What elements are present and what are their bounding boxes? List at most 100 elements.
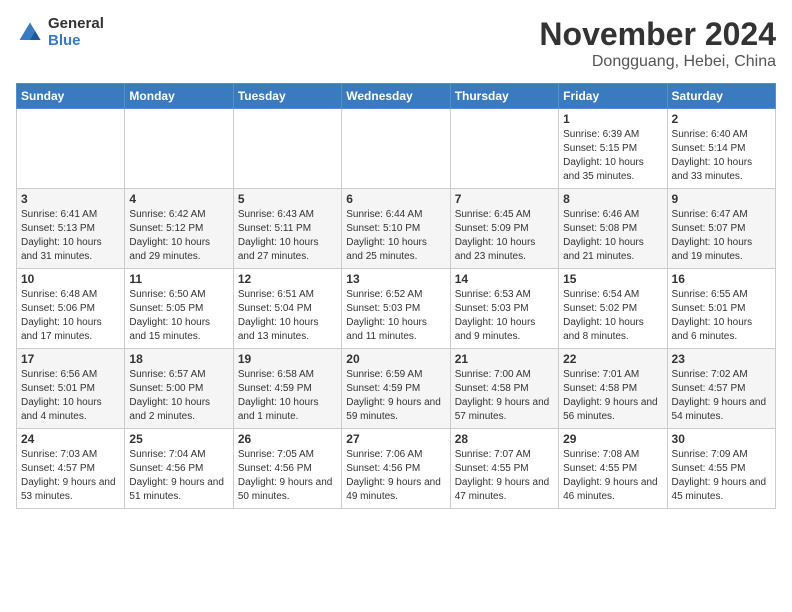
calendar-cell: 27 Sunrise: 7:06 AM Sunset: 4:56 PM Dayli… xyxy=(342,429,450,509)
calendar-week-row: 1 Sunrise: 6:39 AM Sunset: 5:15 PM Daylig… xyxy=(17,109,776,189)
calendar-cell: 8 Sunrise: 6:46 AM Sunset: 5:08 PM Daylig… xyxy=(559,189,667,269)
calendar-cell: 4 Sunrise: 6:42 AM Sunset: 5:12 PM Daylig… xyxy=(125,189,233,269)
calendar-cell: 9 Sunrise: 6:47 AM Sunset: 5:07 PM Daylig… xyxy=(667,189,775,269)
day-info: Sunrise: 7:04 AM Sunset: 4:56 PM Dayligh… xyxy=(129,448,228,504)
day-info: Sunrise: 6:40 AM Sunset: 5:14 PM Dayligh… xyxy=(672,128,771,184)
calendar-week-row: 24 Sunrise: 7:03 AM Sunset: 4:57 PM Dayli… xyxy=(17,429,776,509)
weekday-header-cell: Thursday xyxy=(450,84,558,109)
day-number: 15 xyxy=(563,272,662,286)
calendar-cell: 6Sunrise: 6:44 AM Sunset: 5:10 PM Daylig… xyxy=(342,189,450,269)
day-number: 4 xyxy=(129,192,228,206)
day-info: Sunrise: 7:09 AM Sunset: 4:55 PM Dayligh… xyxy=(672,448,771,504)
day-info: Sunrise: 6:56 AM Sunset: 5:01 PM Dayligh… xyxy=(21,368,120,424)
day-number: 20 xyxy=(346,352,445,366)
day-number: 19 xyxy=(238,352,337,366)
calendar-cell: 13 Sunrise: 6:52 AM Sunset: 5:03 PM Dayli… xyxy=(342,269,450,349)
day-number: 14 xyxy=(455,272,554,286)
day-info: Sunrise: 6:44 AM Sunset: 5:10 PM Dayligh… xyxy=(346,208,445,264)
title-area: November 2024 Dongguang, Hebei, China xyxy=(539,16,776,71)
page-header: General Blue November 2024 Dongguang, He… xyxy=(16,16,776,71)
day-info: Sunrise: 6:42 AM Sunset: 5:12 PM Dayligh… xyxy=(129,208,228,264)
calendar-week-row: 10 Sunrise: 6:48 AM Sunset: 5:06 PM Dayli… xyxy=(17,269,776,349)
day-info: Sunrise: 6:47 AM Sunset: 5:07 PM Dayligh… xyxy=(672,208,771,264)
day-info: Sunrise: 7:06 AM Sunset: 4:56 PM Dayligh… xyxy=(346,448,445,504)
calendar-cell: 26 Sunrise: 7:05 AM Sunset: 4:56 PM Dayli… xyxy=(233,429,341,509)
day-info: Sunrise: 6:57 AM Sunset: 5:00 PM Dayligh… xyxy=(129,368,228,424)
calendar-cell: 30 Sunrise: 7:09 AM Sunset: 4:55 PM Dayli… xyxy=(667,429,775,509)
logo-icon xyxy=(16,19,44,47)
day-number: 8 xyxy=(563,192,662,206)
calendar-cell: 2 Sunrise: 6:40 AM Sunset: 5:14 PM Daylig… xyxy=(667,109,775,189)
logo-general-text: General xyxy=(48,16,104,33)
day-info: Sunrise: 6:48 AM Sunset: 5:06 PM Dayligh… xyxy=(21,288,120,344)
day-info: Sunrise: 7:07 AM Sunset: 4:55 PM Dayligh… xyxy=(455,448,554,504)
calendar-cell: 18 Sunrise: 6:57 AM Sunset: 5:00 PM Dayli… xyxy=(125,349,233,429)
day-number: 26 xyxy=(238,432,337,446)
day-number: 9 xyxy=(672,192,771,206)
month-title: November 2024 xyxy=(539,16,776,53)
weekday-header-cell: Saturday xyxy=(667,84,775,109)
day-number: 3 xyxy=(21,192,120,206)
day-number: 25 xyxy=(129,432,228,446)
day-number: 17 xyxy=(21,352,120,366)
calendar-cell: 29Sunrise: 7:08 AM Sunset: 4:55 PM Dayli… xyxy=(559,429,667,509)
weekday-header-cell: Tuesday xyxy=(233,84,341,109)
day-number: 1 xyxy=(563,112,662,126)
calendar-body: 1 Sunrise: 6:39 AM Sunset: 5:15 PM Daylig… xyxy=(17,109,776,509)
calendar-cell: 11 Sunrise: 6:50 AM Sunset: 5:05 PM Dayli… xyxy=(125,269,233,349)
calendar-cell: 24 Sunrise: 7:03 AM Sunset: 4:57 PM Dayli… xyxy=(17,429,125,509)
calendar-cell: 17 Sunrise: 6:56 AM Sunset: 5:01 PM Dayli… xyxy=(17,349,125,429)
day-number: 24 xyxy=(21,432,120,446)
day-info: Sunrise: 6:52 AM Sunset: 5:03 PM Dayligh… xyxy=(346,288,445,344)
calendar-cell: 5Sunrise: 6:43 AM Sunset: 5:11 PM Daylig… xyxy=(233,189,341,269)
day-number: 28 xyxy=(455,432,554,446)
calendar-cell: 10 Sunrise: 6:48 AM Sunset: 5:06 PM Dayli… xyxy=(17,269,125,349)
calendar-cell: 19 Sunrise: 6:58 AM Sunset: 4:59 PM Dayli… xyxy=(233,349,341,429)
weekday-header-cell: Wednesday xyxy=(342,84,450,109)
day-info: Sunrise: 7:02 AM Sunset: 4:57 PM Dayligh… xyxy=(672,368,771,424)
day-info: Sunrise: 7:03 AM Sunset: 4:57 PM Dayligh… xyxy=(21,448,120,504)
day-info: Sunrise: 6:50 AM Sunset: 5:05 PM Dayligh… xyxy=(129,288,228,344)
calendar-cell xyxy=(450,109,558,189)
day-info: Sunrise: 6:51 AM Sunset: 5:04 PM Dayligh… xyxy=(238,288,337,344)
calendar-cell: 12 Sunrise: 6:51 AM Sunset: 5:04 PM Dayli… xyxy=(233,269,341,349)
location-title: Dongguang, Hebei, China xyxy=(539,53,776,71)
day-number: 22 xyxy=(563,352,662,366)
calendar-week-row: 3Sunrise: 6:41 AM Sunset: 5:13 PM Daylig… xyxy=(17,189,776,269)
weekday-header-cell: Friday xyxy=(559,84,667,109)
calendar-cell: 1 Sunrise: 6:39 AM Sunset: 5:15 PM Daylig… xyxy=(559,109,667,189)
day-info: Sunrise: 6:59 AM Sunset: 4:59 PM Dayligh… xyxy=(346,368,445,424)
day-number: 30 xyxy=(672,432,771,446)
day-number: 11 xyxy=(129,272,228,286)
day-info: Sunrise: 7:00 AM Sunset: 4:58 PM Dayligh… xyxy=(455,368,554,424)
day-number: 2 xyxy=(672,112,771,126)
day-info: Sunrise: 7:05 AM Sunset: 4:56 PM Dayligh… xyxy=(238,448,337,504)
day-info: Sunrise: 6:39 AM Sunset: 5:15 PM Dayligh… xyxy=(563,128,662,184)
day-number: 10 xyxy=(21,272,120,286)
day-number: 12 xyxy=(238,272,337,286)
day-info: Sunrise: 6:54 AM Sunset: 5:02 PM Dayligh… xyxy=(563,288,662,344)
weekday-header-row: SundayMondayTuesdayWednesdayThursdayFrid… xyxy=(17,84,776,109)
calendar-cell: 21Sunrise: 7:00 AM Sunset: 4:58 PM Dayli… xyxy=(450,349,558,429)
calendar-cell: 14Sunrise: 6:53 AM Sunset: 5:03 PM Dayli… xyxy=(450,269,558,349)
day-number: 16 xyxy=(672,272,771,286)
logo-blue-text: Blue xyxy=(48,33,104,50)
day-info: Sunrise: 6:55 AM Sunset: 5:01 PM Dayligh… xyxy=(672,288,771,344)
weekday-header-cell: Monday xyxy=(125,84,233,109)
calendar-cell: 23 Sunrise: 7:02 AM Sunset: 4:57 PM Dayli… xyxy=(667,349,775,429)
day-info: Sunrise: 7:01 AM Sunset: 4:58 PM Dayligh… xyxy=(563,368,662,424)
day-info: Sunrise: 6:58 AM Sunset: 4:59 PM Dayligh… xyxy=(238,368,337,424)
calendar-cell: 3Sunrise: 6:41 AM Sunset: 5:13 PM Daylig… xyxy=(17,189,125,269)
day-number: 23 xyxy=(672,352,771,366)
day-number: 27 xyxy=(346,432,445,446)
day-info: Sunrise: 6:46 AM Sunset: 5:08 PM Dayligh… xyxy=(563,208,662,264)
calendar-table: SundayMondayTuesdayWednesdayThursdayFrid… xyxy=(16,83,776,509)
day-number: 5 xyxy=(238,192,337,206)
day-number: 18 xyxy=(129,352,228,366)
day-number: 29 xyxy=(563,432,662,446)
calendar-cell xyxy=(17,109,125,189)
day-number: 13 xyxy=(346,272,445,286)
calendar-cell: 22 Sunrise: 7:01 AM Sunset: 4:58 PM Dayli… xyxy=(559,349,667,429)
calendar-cell: 7Sunrise: 6:45 AM Sunset: 5:09 PM Daylig… xyxy=(450,189,558,269)
calendar-cell xyxy=(125,109,233,189)
